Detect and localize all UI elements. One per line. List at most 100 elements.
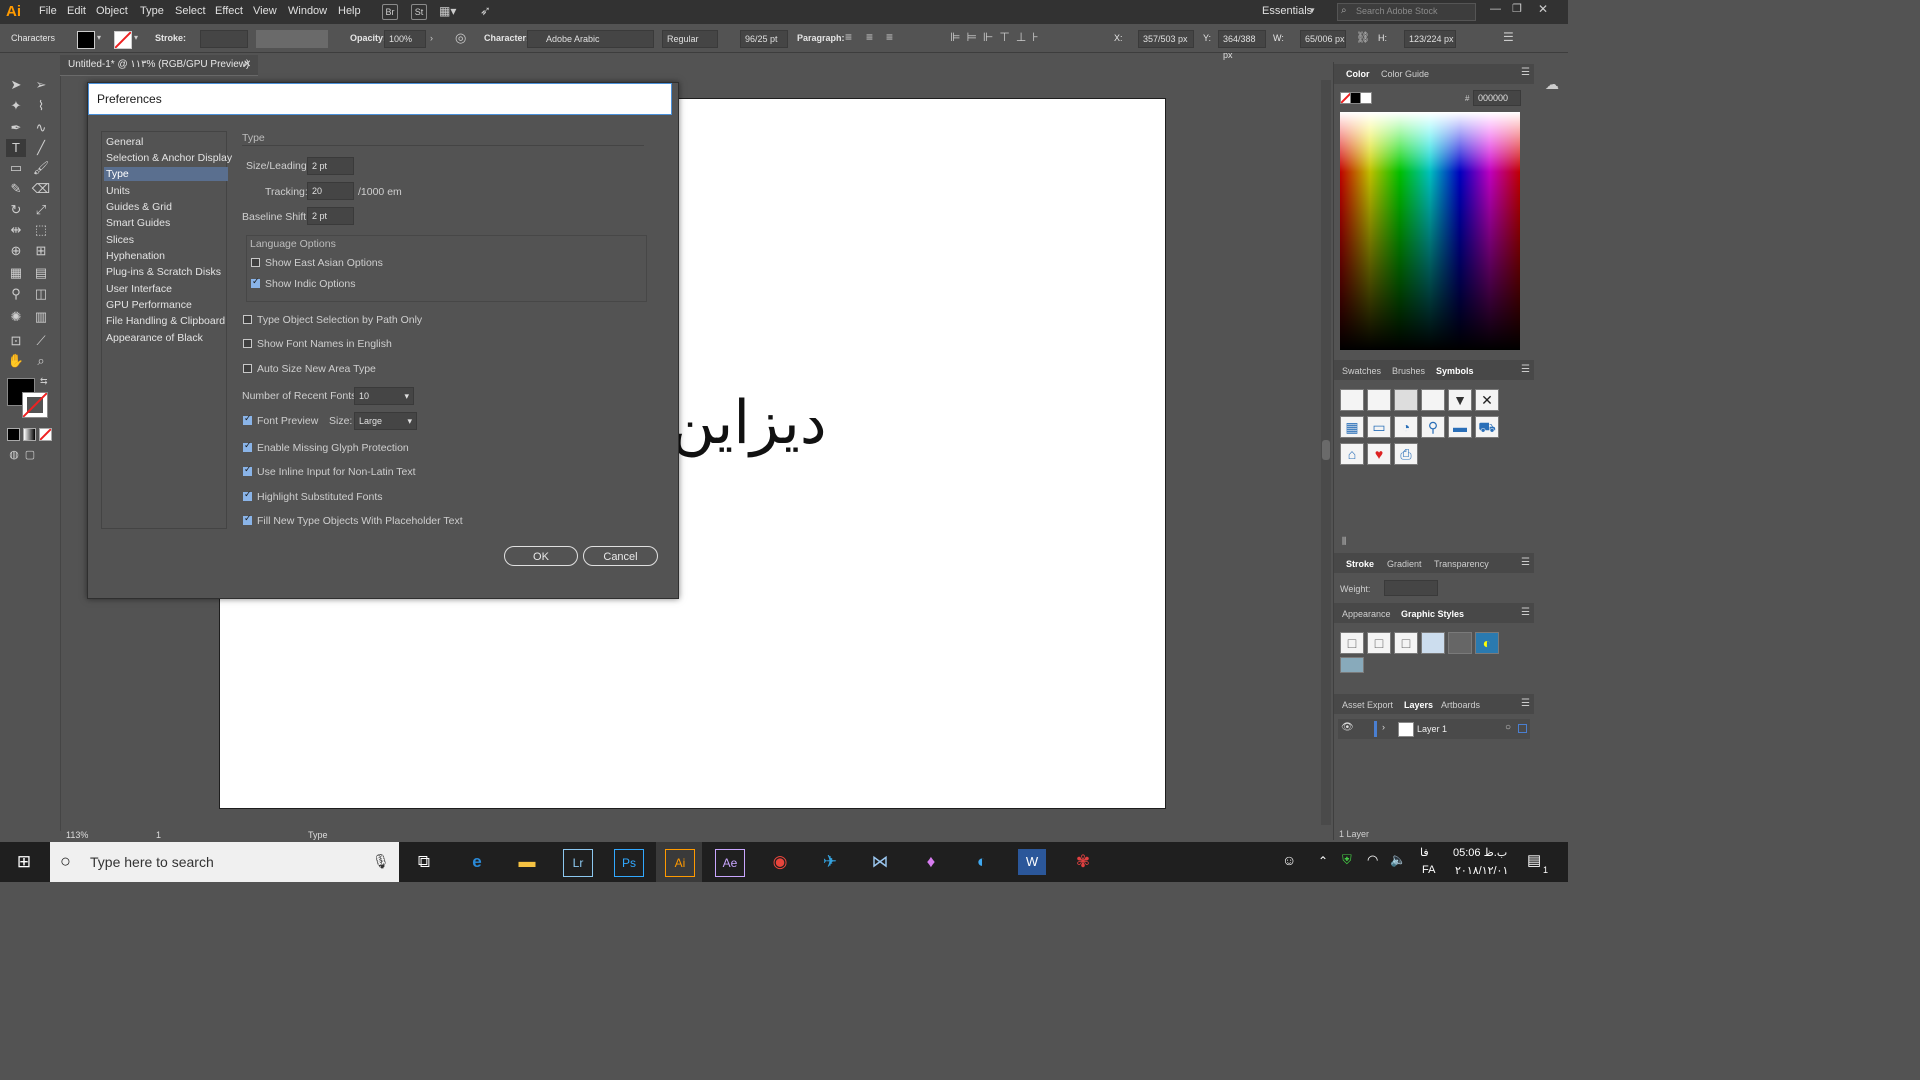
tab-swatches[interactable]: Swatches [1342,366,1381,376]
stock-button[interactable]: St [411,4,427,20]
tab-layers[interactable]: Layers [1404,700,1433,710]
stroke-color-swatch[interactable] [22,392,48,418]
symbol-tab-icon[interactable]: ▬ [1448,416,1472,438]
symbol-printer-icon[interactable]: ⎙ [1394,443,1418,465]
dialog-title-bar[interactable]: Preferences [88,83,672,115]
category-units[interactable]: Units [106,185,130,197]
column-graph-tool-icon[interactable]: ▥ [31,308,51,326]
menu-help[interactable]: Help [338,5,361,17]
panel-menu-icon[interactable]: ☰ [1521,67,1530,78]
layer-row[interactable]: 👁 › Layer 1 ○ [1338,719,1530,739]
font-style-field[interactable]: Regular [662,30,718,48]
visibility-eye-icon[interactable]: 👁 [1341,722,1354,733]
white-swatch[interactable] [1360,92,1372,104]
gpu-rocket-icon[interactable]: ➶ [480,3,491,19]
minimize-icon[interactable]: — [1490,3,1501,15]
free-transform-tool-icon[interactable]: ⬚ [31,221,51,239]
lasso-tool-icon[interactable]: ⌇ [31,97,51,115]
canvas-arabic-text[interactable]: دیزاین [671,388,827,458]
symbol-dropdown-icon[interactable]: ▼ [1448,389,1472,411]
category-type[interactable]: Type [104,167,228,181]
x-position-field[interactable]: 357/503 px [1138,30,1194,48]
edge-icon[interactable]: e [463,849,491,875]
symbol-heart-plus-icon[interactable]: ♥ [1367,443,1391,465]
baseline-shift-input[interactable]: 2 pt [307,207,354,225]
artboard-tool-icon[interactable]: ⊡ [6,332,26,350]
scrollbar-thumb[interactable] [1322,440,1330,460]
tab-gradient[interactable]: Gradient [1387,559,1422,569]
color-spectrum[interactable] [1340,112,1520,350]
symbol-grid-icon[interactable]: ▦ [1340,416,1364,438]
category-smart-guides[interactable]: Smart Guides [106,217,170,229]
stroke-swatch[interactable] [114,31,132,49]
font-names-english-checkbox[interactable] [243,339,252,348]
expand-layer-icon[interactable]: › [1382,722,1385,732]
pen-tool-icon[interactable]: ✒ [6,119,26,137]
indic-checkbox[interactable] [251,277,260,288]
y-position-field[interactable]: 364/388 px [1218,30,1266,60]
selection-tool-icon[interactable]: ➤ [6,76,26,94]
rectangle-tool-icon[interactable]: ▭ [6,159,26,177]
graphic-style-5[interactable] [1448,632,1472,654]
highlight-fonts-checkbox[interactable] [243,490,252,501]
symbol-bar-2[interactable] [1367,389,1391,411]
tab-appearance[interactable]: Appearance [1342,609,1391,619]
perspective-grid-tool-icon[interactable]: ⊞ [31,242,51,260]
screen-mode-icon[interactable]: ▢ [20,446,40,464]
opacity-field[interactable]: 100% [384,30,426,48]
font-size-field[interactable]: 96/25 pt [740,30,788,48]
graphic-style-default[interactable]: □ [1340,632,1364,654]
browser-icon[interactable]: ◐ [968,849,996,875]
document-tab[interactable]: Untitled-1* @ ۱۱۳% (RGB/GPU Preview) ✕ [60,55,258,76]
word-icon[interactable]: W [1018,849,1046,875]
align-right-icon[interactable]: ≡ [886,30,893,44]
scale-tool-icon[interactable]: ⤢ [31,201,51,219]
hand-tool-icon[interactable]: ✋ [6,352,26,370]
width-tool-icon[interactable]: ⇹ [6,221,26,239]
variable-width-profile[interactable] [256,30,328,48]
illustrator-icon[interactable]: Ai [665,849,695,877]
notification-center-icon[interactable]: ▤ [1527,851,1541,869]
microphone-icon[interactable]: 🎙 [372,853,390,870]
auto-size-checkbox[interactable] [243,364,252,373]
zoom-level[interactable]: 113% [66,830,88,840]
symbol-home-icon[interactable]: ⌂ [1340,443,1364,465]
eyedropper-tool-icon[interactable]: ⚲ [6,285,26,303]
slice-tool-icon[interactable]: ⟋ [31,332,51,350]
menu-file[interactable]: File [39,5,57,17]
menu-edit[interactable]: Edit [67,5,86,17]
file-explorer-icon[interactable]: ▬ [513,849,541,875]
link-icon[interactable]: ⛓ [1356,31,1370,44]
language-indicator-short[interactable]: فا [1420,846,1429,859]
type-tool-icon[interactable]: T [6,139,26,157]
menu-view[interactable]: View [253,5,277,17]
app-icon[interactable]: ✾ [1069,849,1097,875]
symbol-rss-icon[interactable]: ◔ [1394,416,1418,438]
panel-menu-icon[interactable]: ☰ [1503,30,1514,44]
symbol-libraries-icon[interactable]: ⫼ [1342,536,1346,547]
symbol-search-icon[interactable]: ⚲ [1421,416,1445,438]
panel-menu-icon[interactable]: ☰ [1521,607,1530,618]
category-guides-grid[interactable]: Guides & Grid [106,201,172,213]
gradient-tool-icon[interactable]: ▤ [31,264,51,282]
category-slices[interactable]: Slices [106,234,134,246]
menu-effect[interactable]: Effect [215,5,243,17]
paintbrush-tool-icon[interactable]: 🖌 [31,159,51,177]
zoom-tool-icon[interactable]: ⌕ [31,352,51,370]
category-selection-anchor[interactable]: Selection & Anchor Display [106,152,232,164]
align-center-icon[interactable]: ≡ [866,30,873,44]
volume-icon[interactable]: 🔈 [1390,852,1406,868]
chevron-down-icon[interactable]: ▾ [134,33,138,42]
bridge-button[interactable]: Br [382,4,398,20]
restore-icon[interactable]: ❐ [1512,2,1522,15]
chrome-icon[interactable]: ◉ [766,849,794,875]
type-path-only-checkbox[interactable] [243,315,252,324]
language-indicator[interactable]: FA [1422,864,1435,876]
symbol-panel-icon[interactable]: ▭ [1367,416,1391,438]
recent-fonts-select[interactable]: 10 ▾ [354,387,414,405]
panel-menu-icon[interactable]: ☰ [1521,698,1530,709]
magic-wand-tool-icon[interactable]: ✦ [6,97,26,115]
none-mode-icon[interactable] [39,428,52,441]
menu-select[interactable]: Select [175,5,206,17]
target-circle-icon[interactable]: ○ [1505,722,1511,733]
